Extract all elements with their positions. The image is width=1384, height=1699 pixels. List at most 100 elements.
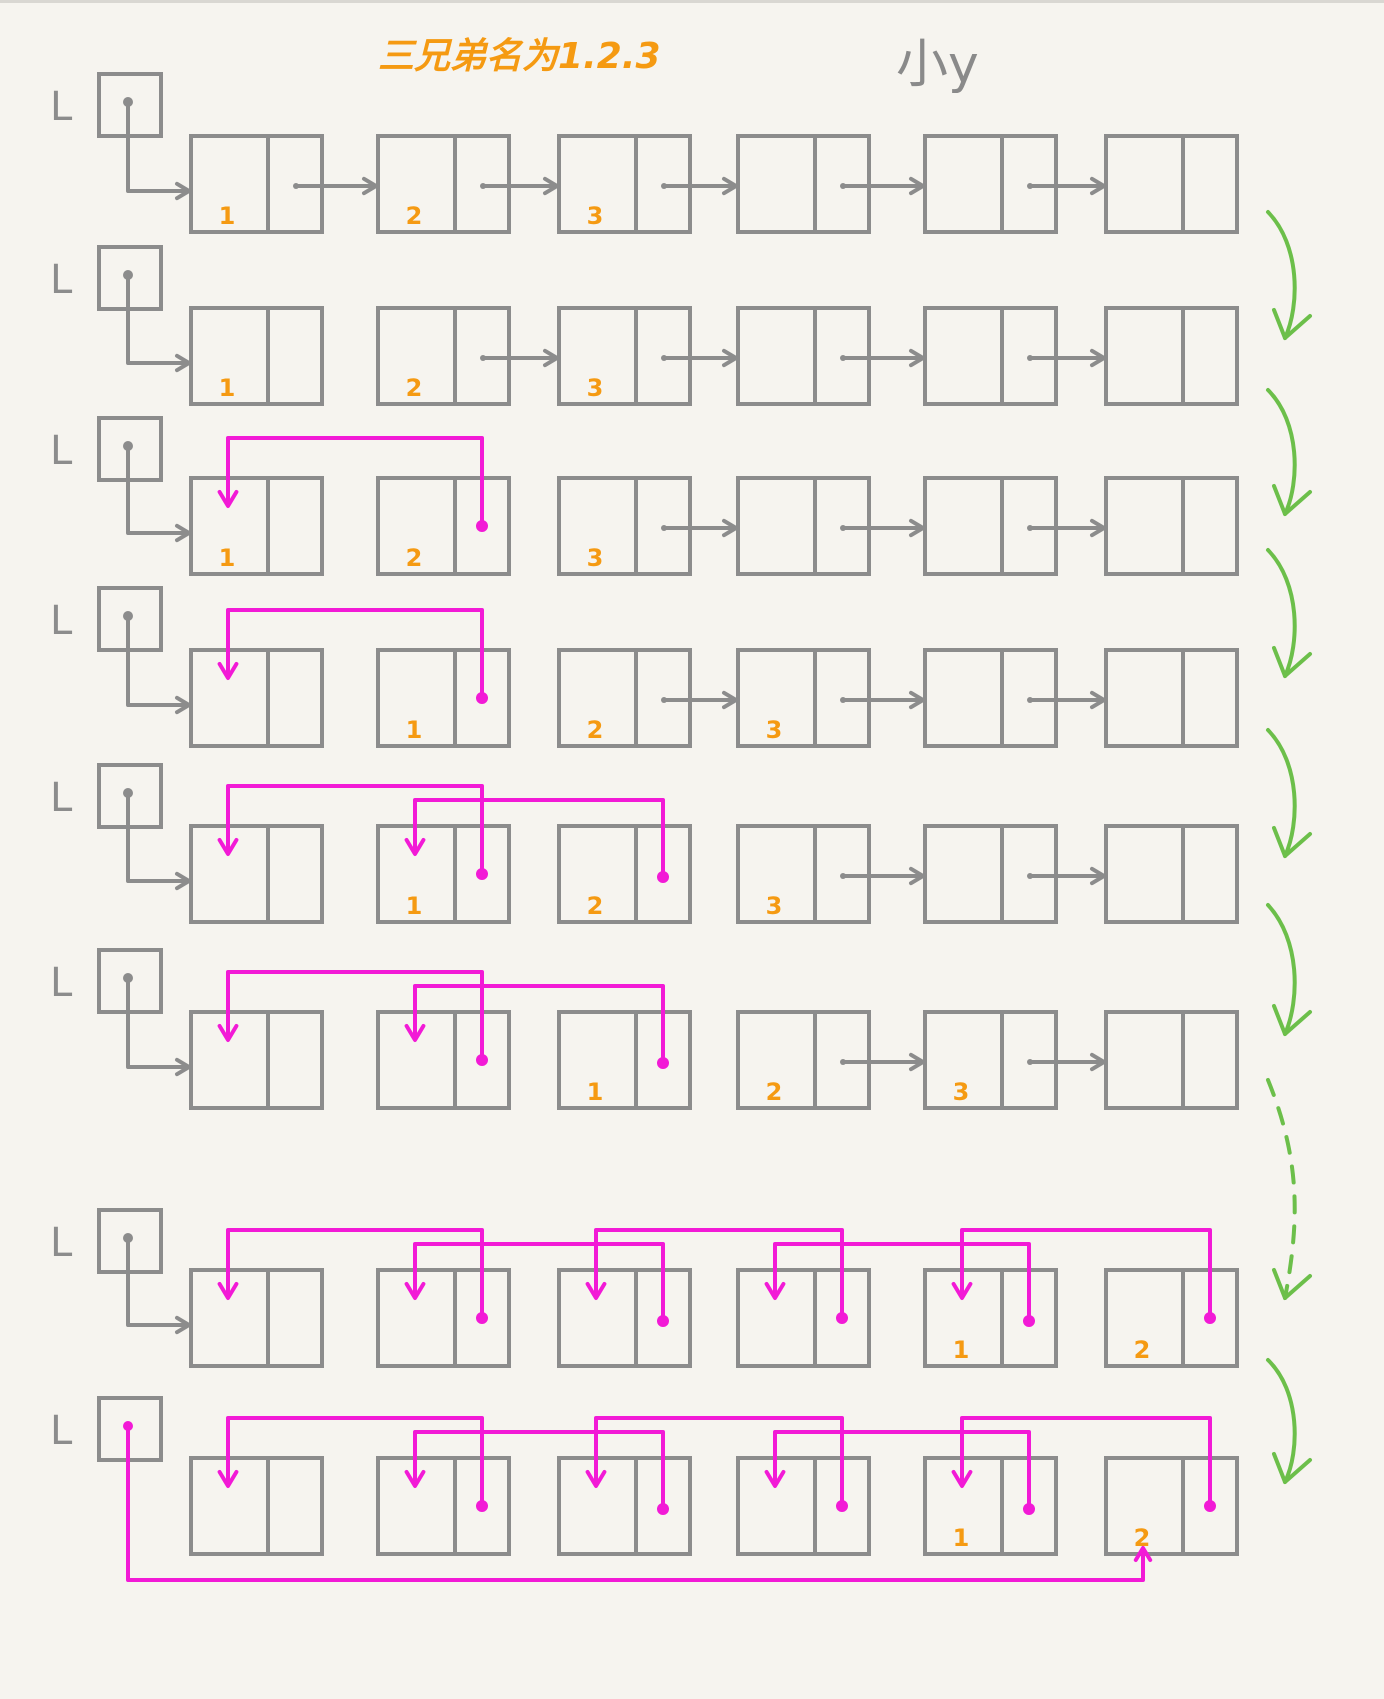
node-number-label: 2 (587, 892, 604, 920)
node-box (1104, 1010, 1239, 1110)
head-label: L (50, 1220, 73, 1266)
node-box (557, 1456, 692, 1556)
node-number-label: 2 (406, 544, 423, 572)
node-number-label: 1 (219, 374, 236, 402)
linked-list-reversal-diagram: 三兄弟名为1.2.3 小y L 1 2 3 L 1 2 3 L 1 2 3 L 1 2 3 L 1 2 3 L 1 2 3 L 1… (50, 35, 1312, 1582)
reversed-pointer-dot (476, 1054, 488, 1066)
step-transition-arrowhead (1272, 1268, 1312, 1300)
list-node: 2 (376, 476, 511, 576)
list-node (1104, 824, 1239, 924)
list-row: L 1 2 3 (50, 763, 1239, 924)
step-transition-arrow (1266, 210, 1297, 340)
next-pointer-dot (840, 355, 846, 361)
node-box (376, 1268, 511, 1368)
next-pointer-dot (1027, 697, 1033, 703)
node-box (376, 476, 511, 576)
node-number-label: 1 (219, 544, 236, 572)
head-label: L (50, 257, 73, 303)
next-pointer-dot (840, 183, 846, 189)
reversed-pointer-dot (657, 1057, 669, 1069)
reversed-pointer-dot (657, 871, 669, 883)
node-box (736, 1456, 871, 1556)
step-transition-arrow (1266, 1358, 1297, 1484)
list-row: L 1 2 (50, 1208, 1239, 1368)
node-number-label: 2 (406, 374, 423, 402)
node-number-label: 2 (766, 1078, 783, 1106)
step-transition-arrow (1266, 388, 1297, 516)
step-transition-arrow (1266, 1078, 1297, 1300)
list-node (189, 1268, 324, 1368)
reversed-pointer-arrow (413, 1430, 665, 1509)
reversed-pointer-dot (476, 868, 488, 880)
node-box (923, 1268, 1058, 1368)
step-transition-arrow (1266, 548, 1297, 678)
node-number-label: 2 (406, 202, 423, 230)
node-number-label: 1 (406, 892, 423, 920)
step-transition-arrow (1266, 728, 1297, 858)
reversed-pointer-arrow (413, 798, 665, 877)
head-label: L (50, 84, 73, 130)
author-label: 小y (896, 35, 979, 95)
list-node: 1 (923, 1456, 1058, 1556)
node-number-label: 3 (766, 892, 783, 920)
next-pointer-dot (480, 355, 486, 361)
head-pointer-arrow (126, 616, 189, 707)
head-label: L (50, 1408, 73, 1454)
node-box (376, 648, 511, 748)
next-pointer-dot (661, 697, 667, 703)
node-box (189, 1456, 324, 1556)
node-box (189, 1268, 324, 1368)
node-box (189, 306, 324, 406)
reversed-pointer-dot (657, 1315, 669, 1327)
list-node (376, 1010, 511, 1110)
node-number-label: 3 (953, 1078, 970, 1106)
node-number-label: 1 (953, 1336, 970, 1364)
head-pointer-arrow (126, 446, 189, 535)
head-label: L (50, 598, 73, 644)
node-box (189, 824, 324, 924)
list-node: 1 (557, 1010, 692, 1110)
list-node (189, 648, 324, 748)
next-pointer-dot (840, 697, 846, 703)
list-row: L 1 2 (50, 1396, 1239, 1582)
next-pointer-dot (840, 525, 846, 531)
next-pointer-dot (480, 183, 486, 189)
node-box (189, 476, 324, 576)
next-pointer-dot (1027, 525, 1033, 531)
list-node (1104, 648, 1239, 748)
node-number-label: 2 (587, 716, 604, 744)
list-node: 1 (923, 1268, 1058, 1368)
next-pointer-dot (840, 873, 846, 879)
list-node: 2 (557, 824, 692, 924)
reversed-pointer-arrow (413, 1242, 665, 1321)
head-label: L (50, 960, 73, 1006)
reversed-pointer-arrow (413, 984, 665, 1063)
next-pointer-dot (661, 183, 667, 189)
node-number-label: 1 (953, 1524, 970, 1552)
list-node: 1 (376, 824, 511, 924)
node-box (1104, 476, 1239, 576)
node-number-label: 2 (1134, 1336, 1151, 1364)
head-pointer-arrow (126, 978, 189, 1069)
reversed-pointer-dot (836, 1500, 848, 1512)
head-pointer-arrow (126, 275, 189, 365)
list-row: L 1 2 3 (50, 72, 1239, 234)
list-node (1104, 476, 1239, 576)
node-box (1104, 1268, 1239, 1368)
node-box (189, 648, 324, 748)
reversed-pointer-dot (1023, 1503, 1035, 1515)
node-box (557, 1268, 692, 1368)
list-row: L 1 2 3 (50, 948, 1239, 1110)
list-node (189, 1456, 324, 1556)
node-number-label: 1 (587, 1078, 604, 1106)
reversed-pointer-dot (476, 692, 488, 704)
reversed-pointer-dot (657, 1503, 669, 1515)
head-pointer-arrow (126, 793, 189, 883)
node-number-label: 3 (587, 374, 604, 402)
next-pointer-dot (1027, 183, 1033, 189)
node-number-label: 3 (766, 716, 783, 744)
node-box (557, 1010, 692, 1110)
head-label: L (50, 428, 73, 474)
list-row: L 1 2 3 (50, 586, 1239, 748)
list-row: L 1 2 3 (50, 245, 1239, 406)
